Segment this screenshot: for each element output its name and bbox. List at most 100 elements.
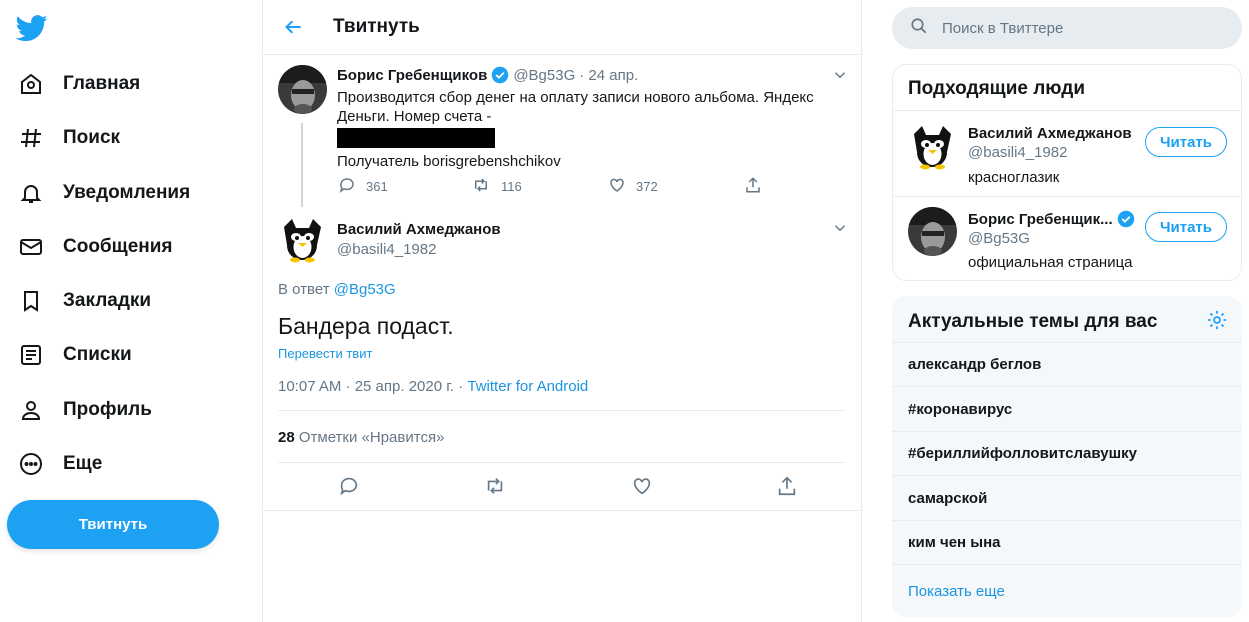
like-count: 372: [636, 179, 658, 194]
nav-profile[interactable]: Профиль: [6, 386, 164, 434]
main-tweet-text: Бандера подаст.: [278, 313, 454, 339]
tweet-text-line2: Деньги. Номер счета -: [337, 108, 492, 125]
nav-lists[interactable]: Списки: [6, 331, 144, 379]
main-tweet-author: Василий Ахмеджанов @basili4_1982: [337, 221, 817, 258]
author-handle[interactable]: @Bg53G: [513, 67, 575, 84]
nav-home[interactable]: Главная: [6, 60, 152, 108]
trend-item[interactable]: ким чен ына: [892, 520, 1242, 564]
suggestion-bio: красноглазик: [968, 169, 1060, 186]
follow-button[interactable]: Читать: [1145, 212, 1227, 242]
hashtag-icon: [18, 125, 44, 151]
tweet-text-line3: Получатель borisgrebenshchikov: [337, 153, 561, 170]
verified-badge-icon: [1117, 210, 1135, 228]
nav-messages[interactable]: Сообщения: [6, 223, 185, 271]
avatar[interactable]: [908, 122, 957, 171]
nav-more[interactable]: Еще: [6, 440, 114, 488]
likes-count: 28: [278, 429, 295, 446]
parent-tweet-actions: 361 116 372: [338, 176, 762, 197]
nav-lists-label: Списки: [63, 344, 132, 365]
mail-icon: [18, 234, 44, 260]
likes-label: Отметки «Нравится»: [298, 429, 445, 446]
chevron-down-icon[interactable]: [831, 66, 849, 84]
search-input[interactable]: Поиск в Твиттере: [942, 20, 1063, 37]
avatar[interactable]: [908, 207, 957, 256]
share-icon: [744, 176, 762, 197]
tweet-timestamp[interactable]: 10:07 AM · 25 апр. 2020 г. ·: [278, 378, 463, 395]
follow-suggestion[interactable]: Борис Гребенщик... @Bg53G официальная ст…: [893, 196, 1241, 280]
divider: [263, 510, 861, 511]
likes-summary[interactable]: 28 Отметки «Нравится»: [278, 429, 444, 446]
suggestion-handle[interactable]: @Bg53G: [968, 230, 1030, 247]
share-icon[interactable]: [776, 475, 798, 502]
search-box[interactable]: Поиск в Твиттере: [892, 7, 1242, 49]
retweet-icon: [471, 176, 491, 197]
retweet-count: 116: [501, 179, 522, 194]
bell-icon: [18, 180, 44, 206]
nav-home-label: Главная: [63, 73, 141, 94]
back-arrow-icon[interactable]: [279, 12, 309, 42]
list-icon: [18, 342, 44, 368]
nav-more-label: Еще: [63, 453, 103, 474]
profile-icon: [18, 397, 44, 423]
trend-item[interactable]: #коронавирус: [892, 386, 1242, 431]
reply-icon: [338, 176, 356, 197]
settings-gear-icon[interactable]: [1206, 309, 1228, 336]
translate-tweet-link[interactable]: Перевести твит: [278, 346, 372, 361]
reply-to-handle[interactable]: @Bg53G: [334, 281, 396, 298]
nav-bookmarks-label: Закладки: [63, 290, 152, 311]
author-name[interactable]: Василий Ахмеджанов: [337, 221, 817, 238]
tweet-date[interactable]: · 24 апр.: [579, 67, 638, 84]
suggestion-bio: официальная страница: [968, 254, 1133, 271]
twitter-logo-icon[interactable]: [15, 12, 48, 44]
page-header: Твитнуть: [263, 0, 861, 55]
follow-suggestion[interactable]: Василий Ахмеджанов @basili4_1982 красног…: [893, 110, 1241, 196]
tweet-source-link[interactable]: Twitter for Android: [467, 378, 588, 395]
heart-icon[interactable]: [631, 475, 653, 502]
reply-context: В ответ @Bg53G: [278, 281, 396, 298]
like-button[interactable]: 372: [608, 176, 744, 197]
more-icon: [18, 451, 44, 477]
nav-messages-label: Сообщения: [63, 236, 173, 257]
chevron-down-icon[interactable]: [831, 219, 849, 237]
who-to-follow-card: Подходящие люди Василий Ахмеджанов @basi…: [892, 64, 1242, 281]
suggestion-handle[interactable]: @basili4_1982: [968, 144, 1067, 161]
suggestion-name-row: Борис Гребенщик...: [968, 210, 1135, 228]
who-to-follow-title: Подходящие люди: [908, 78, 1086, 99]
trend-item[interactable]: самарской: [892, 475, 1242, 520]
bookmark-icon: [18, 288, 44, 314]
main-tweet-actions: [338, 475, 798, 502]
suggestion-name[interactable]: Борис Гребенщик...: [968, 211, 1113, 228]
nav-explore[interactable]: Поиск: [6, 114, 132, 162]
redacted-block: [337, 128, 495, 148]
divider: [278, 462, 846, 463]
follow-button[interactable]: Читать: [1145, 127, 1227, 157]
reply-count: 361: [366, 179, 388, 194]
author-name[interactable]: Борис Гребенщиков: [337, 67, 487, 84]
divider: [278, 410, 846, 411]
retweet-icon[interactable]: [483, 475, 507, 502]
nav-notifications[interactable]: Уведомления: [6, 169, 202, 217]
search-icon: [910, 17, 928, 40]
avatar-bg[interactable]: [278, 65, 327, 114]
nav-bookmarks[interactable]: Закладки: [6, 277, 163, 325]
trend-item[interactable]: #бериллийфолловитславушку: [892, 431, 1242, 475]
show-more-link[interactable]: Показать еще: [892, 564, 1242, 617]
trend-item[interactable]: александр беглов: [892, 342, 1242, 386]
retweet-button[interactable]: 116: [471, 176, 608, 197]
parent-tweet[interactable]: Борис Гребенщиков @Bg53G · 24 апр. Произ…: [337, 66, 847, 171]
trends-card: Актуальные темы для вас александр беглов…: [892, 296, 1242, 617]
tweet-text-line1: Производится сбор денег на оплату записи…: [337, 89, 814, 106]
tweet-button[interactable]: Твитнуть: [7, 500, 219, 549]
nav-notifications-label: Уведомления: [63, 182, 191, 203]
nav-explore-label: Поиск: [63, 127, 121, 148]
reply-prefix: В ответ: [278, 281, 330, 298]
home-icon: [18, 71, 44, 97]
suggestion-name[interactable]: Василий Ахмеджанов: [968, 125, 1132, 142]
author-handle[interactable]: @basili4_1982: [337, 241, 817, 258]
avatar-basili4[interactable]: [278, 215, 327, 264]
parent-tweet-header: Борис Гребенщиков @Bg53G · 24 апр.: [337, 66, 847, 84]
tweet-timestamp-row: 10:07 AM · 25 апр. 2020 г. · Twitter for…: [278, 378, 588, 395]
reply-button[interactable]: 361: [338, 176, 471, 197]
share-button[interactable]: [744, 176, 762, 197]
reply-icon[interactable]: [338, 475, 360, 502]
